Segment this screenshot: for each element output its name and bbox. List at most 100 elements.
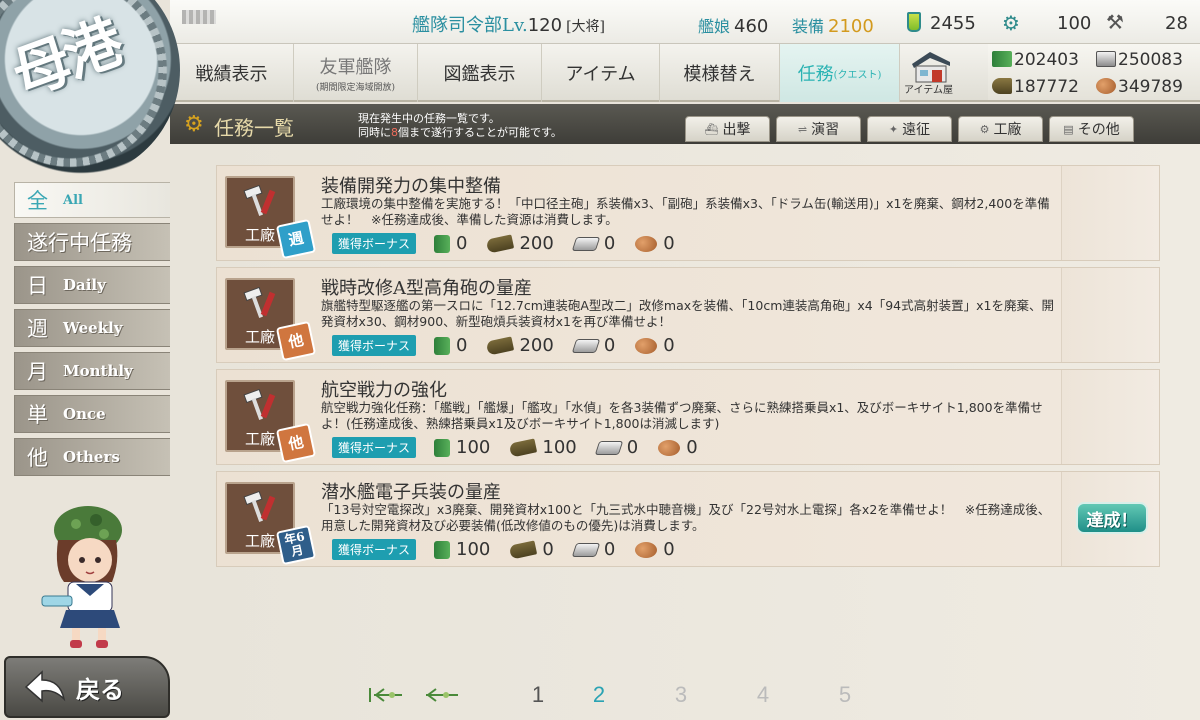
quest-row[interactable]: 工廠 年6月 潜水艦電子兵装の量産 「13号対空電探改」x3廃棄、開発資材x10… — [216, 471, 1160, 567]
reward-ammo: 200 — [486, 335, 554, 356]
equip-count-label: 装備 — [792, 17, 825, 36]
ship-count: 艦娘 460 — [698, 13, 768, 37]
reward-bauxite: 0 — [635, 233, 675, 254]
back-button[interactable]: 戻る — [4, 656, 170, 718]
page-4[interactable]: 4 — [722, 682, 804, 708]
quest-rewards: 獲得ボーナス 100 100 0 0 — [332, 437, 718, 458]
page-2[interactable]: 2 — [558, 682, 640, 708]
hq-level: 艦隊司令部Lv.120 [大将] — [412, 11, 605, 37]
secretary-ship-character — [41, 506, 122, 648]
steel-resource: 250083 — [1096, 50, 1183, 70]
bauxite-icon — [635, 235, 658, 252]
reward-fuel-value: 0 — [456, 335, 468, 356]
menu-friend-fleet[interactable]: 友軍艦隊 (期間限定海域開放) — [294, 44, 418, 102]
menu-quests-sub: (クエスト) — [833, 69, 882, 81]
menu-furniture-label: 模様替え — [683, 64, 756, 85]
hammer-icon — [243, 490, 276, 522]
home-port-emblem[interactable]: 母港 — [0, 0, 180, 180]
bauxite-value: 349789 — [1118, 77, 1183, 97]
reward-ammo-value: 0 — [542, 539, 554, 560]
previous-page-icon[interactable] — [422, 684, 462, 706]
first-page-icon[interactable] — [366, 684, 406, 706]
sidebar-item-others[interactable]: 他 Others — [14, 438, 170, 476]
ammo-resource: 187772 — [992, 77, 1079, 97]
reward-ammo: 100 — [509, 437, 577, 458]
main-menu: 戦績表示 友軍艦隊 (期間限定海域開放) 図鑑表示 アイテム 模様替え 任務 (ク… — [170, 44, 900, 102]
reward-fuel: 0 — [434, 233, 467, 254]
bauxite-icon — [635, 337, 658, 354]
reward-fuel: 100 — [434, 437, 490, 458]
quest-complete-button[interactable]: 達成！ — [1076, 502, 1148, 534]
bonus-label: 獲得ボーナス — [332, 539, 417, 560]
equip-count-value: 2100 — [828, 16, 874, 37]
tab-expedition[interactable]: ✦ 遠征 — [867, 116, 952, 142]
menu-encyclopedia-label: 図鑑表示 — [443, 64, 516, 85]
menu-encyclopedia[interactable]: 図鑑表示 — [418, 44, 542, 102]
bauxite-icon — [635, 541, 658, 558]
menu-records[interactable]: 戦績表示 — [170, 44, 294, 102]
menu-items[interactable]: アイテム — [542, 44, 660, 102]
ammo-icon — [486, 335, 515, 356]
reward-steel: 0 — [571, 233, 615, 254]
reward-fuel-value: 100 — [456, 539, 491, 560]
quest-title: 戦時改修A型高角砲の量産 — [321, 278, 532, 299]
menu-quests[interactable]: 任務 (クエスト) — [780, 44, 900, 102]
fuel-icon — [434, 540, 451, 559]
quest-description-note: 現在発生中の任務一覧です。 同時に8個まで遂行することが可能です。 — [358, 112, 562, 140]
sidebar-item-all-kanji: 全 — [27, 189, 48, 213]
sidebar-item-in-progress[interactable]: 遂行中任務 — [14, 223, 170, 261]
quest-row[interactable]: 工廠 他 戦時改修A型高角砲の量産 旗艦特型駆逐艦の第一スロに「12.7cm連装… — [216, 267, 1160, 363]
fuel-resource: 202403 — [992, 50, 1079, 70]
sidebar-item-once[interactable]: 単 Once — [14, 395, 170, 433]
page-3[interactable]: 3 — [640, 682, 722, 708]
tab-other[interactable]: ▤ その他 — [1049, 116, 1134, 142]
quest-row[interactable]: 工廠 他 航空戦力の強化 航空戦力強化任務：「艦戦」「艦爆」「艦攻」「水偵」を各… — [216, 369, 1160, 465]
item-shop-button[interactable]: アイテム屋 — [900, 44, 988, 102]
quest-description: 旗艦特型駆逐艦の第一スロに「12.7cm連装砲A型改二」改修maxを装備、「10… — [321, 298, 1054, 329]
quest-frequency-badge: 年6月 — [275, 524, 317, 566]
reward-bauxite: 0 — [635, 335, 675, 356]
quest-rewards: 獲得ボーナス 0 200 0 0 — [332, 335, 695, 356]
reward-ammo-value: 200 — [519, 335, 554, 356]
tab-sortie[interactable]: ⛴ 出撃 — [685, 116, 770, 142]
reward-fuel: 0 — [434, 335, 467, 356]
ammo-icon — [509, 539, 538, 560]
menu-furniture[interactable]: 模様替え — [660, 44, 780, 102]
sidebar-item-all-label: All — [63, 192, 83, 208]
sidebar-item-others-label: Others — [63, 448, 120, 466]
screw-count: 28 — [1165, 13, 1188, 34]
reward-bauxite: 0 — [658, 437, 698, 458]
hq-level-value: 120 — [527, 15, 563, 36]
quest-limit-count: 8 — [391, 126, 398, 139]
bonus-label: 獲得ボーナス — [332, 335, 417, 356]
ammo-icon — [509, 437, 538, 458]
back-button-label: 戻る — [76, 674, 124, 704]
menu-records-label: 戦績表示 — [195, 64, 268, 85]
fuel-value: 202403 — [1014, 50, 1079, 70]
quest-description: 「13号対空電探改」x3廃棄、開発資材x100と「九三式水中聴音機」及び「22号… — [321, 502, 1051, 533]
quest-note-line1: 現在発生中の任務一覧です。 — [358, 112, 500, 125]
bucket-count: 2455 — [930, 13, 976, 34]
quest-row[interactable]: 工廠 週 装備開発力の集中整備 工廠環境の集中整備を実施する！「中口径主砲」系装… — [216, 165, 1160, 261]
bonus-label: 獲得ボーナス — [332, 437, 417, 458]
sidebar-item-all[interactable]: 全 All — [14, 182, 170, 218]
ship-icon: ⛴ — [704, 122, 719, 136]
quest-description: 航空戦力強化任務：「艦戦」「艦爆」「艦攻」「水偵」を各3装備ずつ廃棄、さらに熟練… — [321, 400, 1043, 431]
tab-exercise[interactable]: ⇌ 演習 — [776, 116, 861, 142]
hq-label: 艦隊司令部Lv. — [412, 15, 528, 36]
sidebar-item-monthly[interactable]: 月 Monthly — [14, 352, 170, 390]
sidebar-item-weekly[interactable]: 週 Weekly — [14, 309, 170, 347]
ammo-icon — [486, 233, 515, 254]
page-1[interactable]: 1 — [518, 682, 558, 708]
menu-items-label: アイテム — [565, 64, 636, 85]
tab-arsenal[interactable]: ⚙ 工廠 — [958, 116, 1043, 142]
quest-rewards: 獲得ボーナス 0 200 0 0 — [332, 233, 695, 254]
sidebar-item-once-label: Once — [63, 405, 106, 423]
tab-arsenal-label: 工廠 — [993, 122, 1022, 138]
page-5[interactable]: 5 — [804, 682, 886, 708]
reward-steel-value: 0 — [603, 539, 616, 560]
ammo-icon — [992, 78, 1012, 94]
sidebar-item-daily[interactable]: 日 Daily — [14, 266, 170, 304]
reward-bauxite-value: 0 — [663, 335, 675, 356]
menu-friend-fleet-label: 友軍艦隊 — [319, 57, 392, 78]
